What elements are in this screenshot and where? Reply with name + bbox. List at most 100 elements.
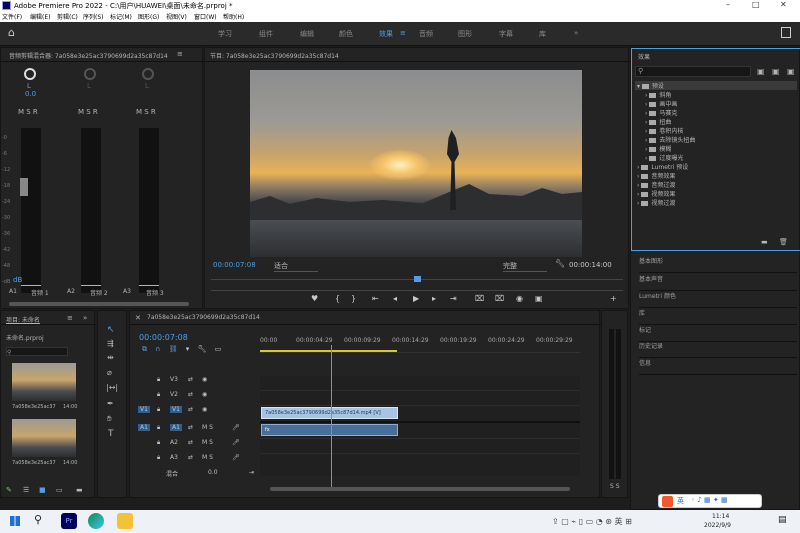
add-marker-icon[interactable]: ♥︎	[311, 294, 318, 303]
tree-item[interactable]: › 过度曝光	[635, 153, 797, 162]
export-frame-icon[interactable]: ◉	[516, 294, 523, 303]
workspace-tab-assembly[interactable]: 组件	[259, 29, 273, 39]
comparison-view-icon[interactable]: ▣	[535, 294, 543, 303]
audio-clip[interactable]: fx	[261, 424, 398, 436]
power-icon[interactable]	[142, 68, 154, 80]
menu-sequence[interactable]: 序列(S)	[83, 12, 104, 21]
workspace-tab-audio[interactable]: 音频	[419, 29, 433, 39]
step-forward-icon[interactable]: ▸	[432, 294, 436, 303]
menu-file[interactable]: 文件(F)	[2, 12, 22, 21]
step-back-icon[interactable]: ◂	[393, 294, 397, 303]
section-essential-graphics[interactable]: 基本图形	[639, 256, 797, 273]
new-custom-bin-icon[interactable]: ▬	[761, 238, 768, 246]
effects-search-input[interactable]: ⚲	[635, 66, 751, 77]
tree-item[interactable]: › 音频过渡	[635, 180, 797, 189]
track-select-tool-icon[interactable]: ⇶	[107, 339, 114, 348]
workspace-tab-libraries[interactable]: 库	[539, 29, 546, 39]
razor-tool-icon[interactable]: ⌀	[107, 368, 112, 377]
time-ruler[interactable]: 00:00 00:00:04:29 00:00:09:29 00:00:14:2…	[260, 337, 580, 353]
video-frame[interactable]	[250, 70, 582, 257]
more-panels-icon[interactable]: »	[83, 314, 87, 322]
msr-buttons[interactable]: M S R	[136, 108, 156, 116]
microphone-icon[interactable]: 🎤︎	[232, 439, 240, 446]
lock-icon[interactable]: 🔒︎	[157, 439, 160, 447]
menu-window[interactable]: 窗口(W)	[194, 12, 217, 21]
type-tool-icon[interactable]: T	[108, 429, 114, 439]
panel-menu-icon[interactable]: ≡	[177, 50, 183, 58]
go-to-out-icon[interactable]: ⇥	[450, 294, 457, 303]
lock-icon[interactable]: 🔒︎	[157, 376, 160, 384]
sync-icon[interactable]: ⇄	[188, 439, 193, 446]
tree-item[interactable]: › 音频效果	[635, 171, 797, 180]
msr-buttons[interactable]: M S R	[18, 108, 38, 116]
fit-dropdown[interactable]: 适合	[274, 261, 318, 272]
tree-item[interactable]: › 斜角	[635, 90, 797, 99]
volume-fader[interactable]	[20, 178, 28, 196]
mute-solo-buttons[interactable]: M S	[202, 424, 213, 431]
pencil-icon[interactable]: ✎	[6, 486, 12, 494]
button-editor-icon[interactable]: +	[610, 294, 617, 303]
tree-item[interactable]: › 扭曲	[635, 117, 797, 126]
linked-selection-icon[interactable]: ⛓︎	[169, 345, 178, 353]
meter-solo-buttons[interactable]: S S	[610, 483, 620, 490]
tree-item[interactable]: › Lumetri 预设	[635, 162, 797, 171]
go-to-in-icon[interactable]: ⇤	[372, 294, 379, 303]
system-tray-icons[interactable]: ⇪ ▢ ⌁ ▯ ▭ ◔ ⊛ 英 ⊞	[552, 516, 632, 527]
quality-dropdown[interactable]: 完整	[503, 261, 547, 272]
hand-tool-icon[interactable]: ✋︎	[107, 414, 112, 424]
sync-icon[interactable]: ⇄	[188, 376, 193, 383]
source-patch-a1[interactable]: A1	[138, 424, 150, 431]
sequence-tab[interactable]: 7a058e3e25ac3790699d2a35c87d14	[147, 314, 260, 321]
mute-solo-buttons[interactable]: M S	[202, 454, 213, 461]
workspace-tab-captions[interactable]: 字幕	[499, 29, 513, 39]
browser-taskbar-icon[interactable]	[88, 513, 104, 529]
settings-wrench-icon[interactable]: 🔧︎	[197, 345, 206, 353]
wrench-icon[interactable]: 🔧︎	[555, 259, 565, 268]
clip-thumbnail[interactable]	[12, 363, 76, 401]
add-marker-icon[interactable]: ▾	[186, 345, 190, 353]
timeline-timecode[interactable]: 00:00:07:08	[139, 333, 188, 342]
eye-icon[interactable]: ◉	[202, 376, 207, 383]
menu-graphics[interactable]: 图形(G)	[138, 12, 159, 21]
extract-icon[interactable]: ⌧	[495, 294, 504, 303]
snap-icon[interactable]: ∩	[155, 345, 160, 353]
tree-item[interactable]: › 模糊	[635, 144, 797, 153]
tree-item[interactable]: › 卷积内核	[635, 126, 797, 135]
mark-out-icon[interactable]: }	[351, 294, 356, 303]
mix-value[interactable]: 0.0	[208, 469, 218, 476]
play-icon[interactable]: ▶	[413, 294, 419, 303]
timeline-playhead[interactable]	[331, 345, 333, 490]
mark-in-icon[interactable]: {	[335, 294, 340, 303]
home-icon[interactable]: ⌂	[8, 27, 20, 39]
lock-icon[interactable]: 🔒︎	[157, 391, 160, 399]
sync-icon[interactable]: ⇄	[188, 406, 193, 413]
yuv-effects-icon[interactable]: ▣	[787, 67, 795, 76]
ime-language[interactable]: 英	[677, 496, 684, 506]
playhead-marker[interactable]	[414, 276, 421, 282]
clock-time[interactable]: 11:14	[712, 513, 729, 520]
sync-icon[interactable]: ⇄	[188, 454, 193, 461]
workspace-tab-effects[interactable]: 效果	[379, 29, 393, 39]
tree-item[interactable]: › 画中画	[635, 99, 797, 108]
tree-item[interactable]: › 视频效果	[635, 189, 797, 198]
mute-solo-buttons[interactable]: M S	[202, 439, 213, 446]
ime-icons[interactable]: ◦ ♪ ▦ ✦ ▦	[691, 496, 728, 504]
work-area-bar[interactable]	[260, 350, 397, 352]
maximize-icon[interactable]: □	[752, 0, 760, 9]
clock-date[interactable]: 2022/9/9	[704, 522, 731, 529]
menu-marker[interactable]: 标记(M)	[110, 12, 132, 21]
track-area[interactable]: 7a058e3e25ac3790699d2a35c87d14.mp4 [V] f…	[260, 376, 580, 476]
new-bin-icon[interactable]: ▬	[76, 486, 83, 494]
power-icon[interactable]	[84, 68, 96, 80]
workspace-tab-graphics[interactable]: 图形	[458, 29, 472, 39]
menu-clip[interactable]: 剪辑(C)	[57, 12, 78, 21]
eye-icon[interactable]: ◉	[202, 406, 207, 413]
captions-icon[interactable]: ▭	[215, 345, 222, 353]
timeline-scrollbar[interactable]	[270, 487, 570, 491]
sync-icon[interactable]: ⇄	[188, 424, 193, 431]
workspace-more-icon[interactable]: »	[574, 29, 578, 37]
accelerated-effects-icon[interactable]: ▣	[757, 67, 765, 76]
menu-help[interactable]: 帮助(H)	[223, 12, 244, 21]
workspace-menu-icon[interactable]: ≡	[400, 29, 406, 37]
go-to-end-icon[interactable]: ⇥	[249, 469, 254, 476]
